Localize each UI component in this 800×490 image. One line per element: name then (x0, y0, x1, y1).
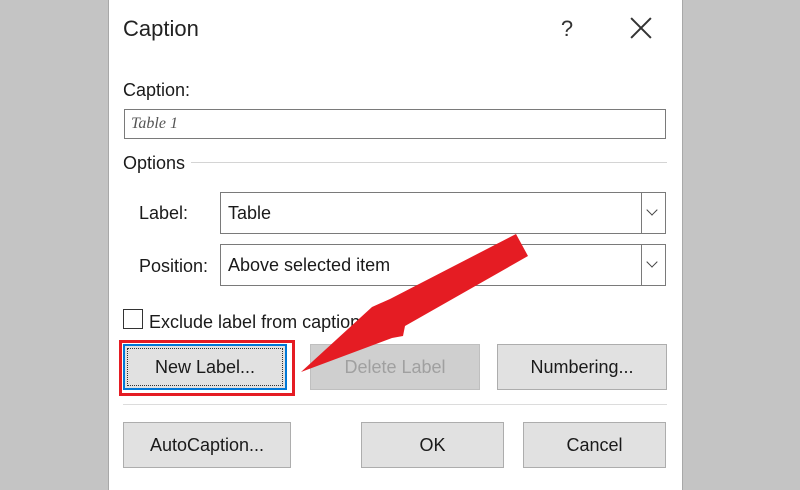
cancel-button[interactable]: Cancel (523, 422, 666, 468)
position-dropdown-value: Above selected item (228, 255, 391, 275)
delete-label-button[interactable]: Delete Label (310, 344, 480, 390)
autocaption-button-text: AutoCaption... (149, 435, 265, 455)
numbering-button[interactable]: Numbering... (497, 344, 667, 390)
dialog-title: Caption (123, 16, 199, 41)
exclude-label-checkbox[interactable] (123, 309, 143, 329)
close-icon[interactable] (627, 14, 655, 42)
cancel-button-text: Cancel (566, 435, 623, 455)
position-field-label: Position: (139, 256, 209, 276)
annotation-highlight-box (119, 340, 295, 396)
button-separator (123, 404, 667, 405)
ok-button[interactable]: OK (361, 422, 504, 468)
caption-field-label: Caption: (123, 80, 191, 100)
position-dropdown[interactable]: Above selected item (220, 244, 666, 286)
caption-input[interactable]: Table 1 (124, 109, 666, 139)
options-group-label: Options (123, 153, 186, 173)
options-divider (191, 162, 667, 163)
label-dropdown[interactable]: Table (220, 192, 666, 234)
label-dropdown-value: Table (228, 203, 272, 223)
autocaption-button[interactable]: AutoCaption... (123, 422, 291, 468)
title-bar: Caption ? (109, 0, 682, 62)
numbering-button-text: Numbering... (530, 357, 634, 377)
chevron-down-icon[interactable] (641, 245, 665, 285)
chevron-down-icon[interactable] (641, 193, 665, 233)
delete-label-button-text: Delete Label (344, 357, 446, 377)
label-field-label: Label: (139, 203, 189, 223)
caption-dialog: Caption ? Caption: Table 1 Options Label… (108, 0, 683, 490)
exclude-label-text[interactable]: Exclude label from caption (149, 312, 360, 333)
ok-button-text: OK (419, 435, 446, 455)
help-button[interactable]: ? (555, 16, 579, 42)
